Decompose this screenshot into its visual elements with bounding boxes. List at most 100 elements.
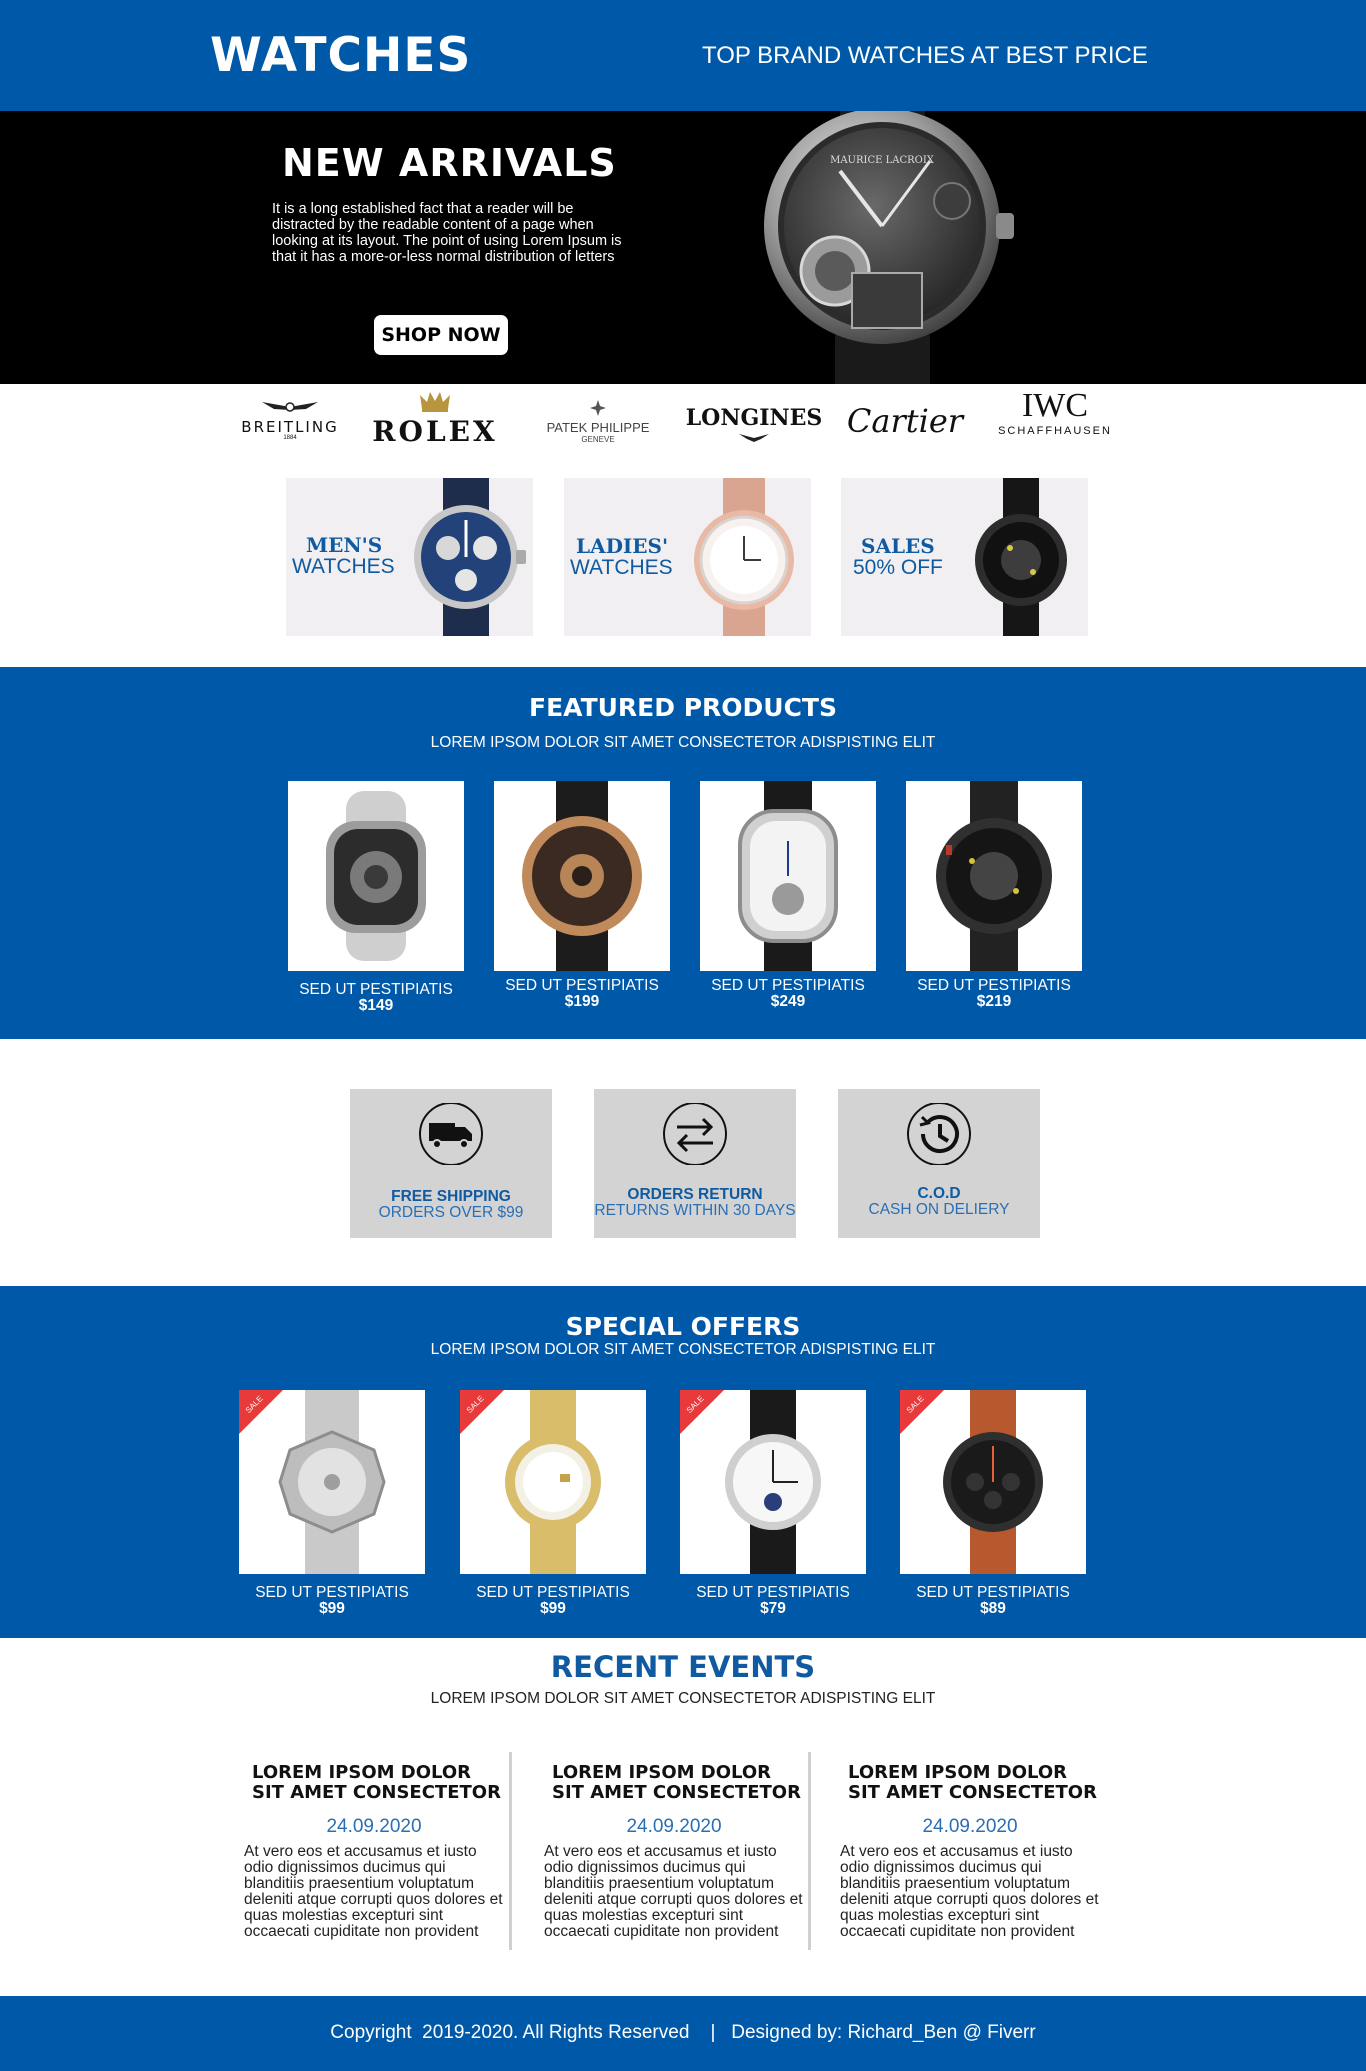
feature-subtitle: RETURNS WITHIN 30 DAYS	[594, 1202, 796, 1219]
offer-price: $79	[760, 1600, 786, 1617]
brand-logo-iwc[interactable]: IWC SCHAFFHAUSEN	[990, 388, 1120, 438]
longines-wings-icon	[739, 434, 769, 442]
offer-price: $99	[319, 1600, 345, 1617]
brand-name: ROLEX	[372, 415, 498, 448]
section-title: RECENT EVENTS	[550, 1650, 816, 1684]
product-card[interactable]: SED UT PESTIPIATIS $199	[494, 781, 670, 1010]
sale-watch-image	[975, 478, 1067, 636]
brand-logo-breitling[interactable]: BREITLING 1884	[230, 400, 350, 442]
tonneau-watch-illustration	[738, 781, 838, 971]
event-date: 24.09.2020	[626, 1816, 722, 1837]
ladies-watch-image	[694, 478, 794, 636]
breitling-wings-icon	[262, 402, 318, 412]
product-name: SED UT PESTIPIATIS	[917, 977, 1071, 994]
product-price: $149	[358, 997, 394, 1014]
event-text: At vero eos et accusamus et iusto odio d…	[840, 1843, 1099, 1940]
brand-logo-rolex[interactable]: ROLEX	[370, 389, 500, 446]
hero-banner: NEW ARRIVALS It is a long established fa…	[0, 111, 1366, 384]
event-divider	[808, 1752, 811, 1950]
category-mens-watches[interactable]: MEN'S WATCHES	[286, 478, 533, 636]
offer-card[interactable]: SALE SED UT PESTIPIATIS $99	[460, 1390, 646, 1617]
event-heading: LOREM IPSOM DOLOR SIT AMET CONSECTETOR	[252, 1762, 501, 1803]
event-text: At vero eos et accusamus et iusto odio d…	[544, 1843, 803, 1940]
event-divider	[509, 1752, 512, 1950]
category-title: MEN'S	[306, 533, 383, 557]
product-card[interactable]: SED UT PESTIPIATIS $149	[288, 781, 464, 1014]
category-subtitle: 50% OFF	[853, 556, 943, 579]
product-name: SED UT PESTIPIATIS	[711, 977, 865, 994]
feature-subtitle: ORDERS OVER $99	[378, 1204, 524, 1221]
brand-name: Cartier	[846, 402, 964, 440]
product-price: $249	[770, 993, 806, 1010]
truck-icon	[419, 1103, 483, 1165]
event-card[interactable]: LOREM IPSOM DOLOR SIT AMET CONSECTETOR 2…	[544, 1763, 804, 1940]
skeleton-watch-illustration	[326, 791, 426, 961]
special-offers-section: SPECIAL OFFERS LOREM IPSOM DOLOR SIT AME…	[0, 1286, 1366, 1638]
product-image	[700, 781, 876, 971]
category-sales[interactable]: SALES 50% OFF	[841, 478, 1088, 636]
brand-sub: SCHAFFHAUSEN	[998, 425, 1112, 437]
product-image	[906, 781, 1082, 971]
hero-watch-image: MAURICE LACROIX	[764, 111, 1014, 384]
category-ladies-watches[interactable]: LADIES' WATCHES	[564, 478, 811, 636]
feature-orders-return: ORDERS RETURN RETURNS WITHIN 30 DAYS	[594, 1089, 796, 1238]
event-text: At vero eos et accusamus et iusto odio d…	[244, 1843, 503, 1940]
offer-card[interactable]: SALE SED UT PESTIPIATIS $79	[680, 1390, 866, 1617]
event-card[interactable]: LOREM IPSOM DOLOR SIT AMET CONSECTETOR 2…	[840, 1763, 1100, 1940]
crown-icon	[420, 392, 450, 412]
offer-name: SED UT PESTIPIATIS	[916, 1584, 1070, 1601]
section-subtitle: LOREM IPSOM DOLOR SIT AMET CONSECTETOR A…	[430, 734, 936, 751]
event-card[interactable]: LOREM IPSOM DOLOR SIT AMET CONSECTETOR 2…	[244, 1763, 504, 1940]
offer-image: SALE	[900, 1390, 1086, 1574]
category-subtitle: WATCHES	[292, 555, 395, 578]
event-date: 24.09.2020	[326, 1816, 422, 1837]
product-card[interactable]: SED UT PESTIPIATIS $219	[906, 781, 1082, 1010]
brand-name: IWC	[1021, 387, 1089, 424]
calatrava-cross-icon	[590, 400, 606, 416]
shop-now-button[interactable]: SHOP NOW	[374, 315, 508, 355]
product-price: $199	[564, 993, 600, 1010]
site-header: WATCHES TOP BRAND WATCHES AT BEST PRICE	[0, 0, 1366, 111]
product-name: SED UT PESTIPIATIS	[505, 977, 659, 994]
black-sport-watch-illustration	[936, 781, 1052, 971]
feature-subtitle: CASH ON DELIERY	[868, 1201, 1010, 1218]
brand-logo-cartier[interactable]: Cartier	[840, 404, 970, 438]
site-footer: Copyright 2019-2020. All Rights Reserved…	[0, 1996, 1366, 2071]
section-subtitle: LOREM IPSOM DOLOR SIT AMET CONSECTETOR A…	[430, 1341, 936, 1358]
hero-watch-brand: MAURICE LACROIX	[830, 155, 935, 166]
brand-name: BREITLING	[241, 418, 339, 436]
offer-name: SED UT PESTIPIATIS	[255, 1584, 409, 1601]
event-date: 24.09.2020	[922, 1816, 1018, 1837]
feature-free-shipping: FREE SHIPPING ORDERS OVER $99	[350, 1089, 552, 1238]
header-tagline: TOP BRAND WATCHES AT BEST PRICE	[702, 42, 1148, 69]
clock-history-icon	[907, 1103, 971, 1165]
section-title: SPECIAL OFFERS	[565, 1312, 801, 1341]
offer-card[interactable]: SALE SED UT PESTIPIATIS $89	[900, 1390, 1086, 1617]
site-logo[interactable]: WATCHES	[210, 28, 471, 83]
exchange-arrows-icon	[663, 1103, 727, 1165]
footer-copyright: Copyright 2019-2020. All Rights Reserved…	[330, 2022, 1036, 2043]
hero-title: NEW ARRIVALS	[282, 141, 617, 185]
brand-name: PATEK PHILIPPE	[546, 420, 650, 435]
category-subtitle: WATCHES	[570, 556, 673, 579]
category-title: LADIES'	[576, 534, 669, 558]
product-image	[494, 781, 670, 971]
product-card[interactable]: SED UT PESTIPIATIS $249	[700, 781, 876, 1010]
brand-logo-patek-philippe[interactable]: PATEK PHILIPPE GENEVE	[538, 400, 658, 445]
brand-logo-longines[interactable]: LONGINES	[684, 406, 824, 448]
offer-image: SALE	[460, 1390, 646, 1574]
brand-logos-row: BREITLING 1884 ROLEX PATEK PHILIPPE GENE…	[220, 384, 1140, 464]
section-subtitle: LOREM IPSOM DOLOR SIT AMET CONSECTETOR A…	[430, 1690, 936, 1707]
offer-card[interactable]: SALE SED UT PESTIPIATIS $99	[239, 1390, 425, 1617]
offer-price: $99	[540, 1600, 566, 1617]
brand-sub: 1884	[283, 435, 297, 441]
brand-name: LONGINES	[685, 405, 823, 431]
offer-price: $89	[980, 1600, 1006, 1617]
offer-name: SED UT PESTIPIATIS	[696, 1584, 850, 1601]
brand-sub: GENEVE	[581, 435, 615, 444]
feature-cod: C.O.D CASH ON DELIERY	[838, 1089, 1040, 1238]
featured-products-section: FEATURED PRODUCTS LOREM IPSOM DOLOR SIT …	[0, 667, 1366, 1039]
rose-gold-watch-illustration	[522, 781, 642, 971]
hero-description: It is a long established fact that a rea…	[272, 201, 622, 265]
mens-watch-image	[414, 478, 526, 636]
